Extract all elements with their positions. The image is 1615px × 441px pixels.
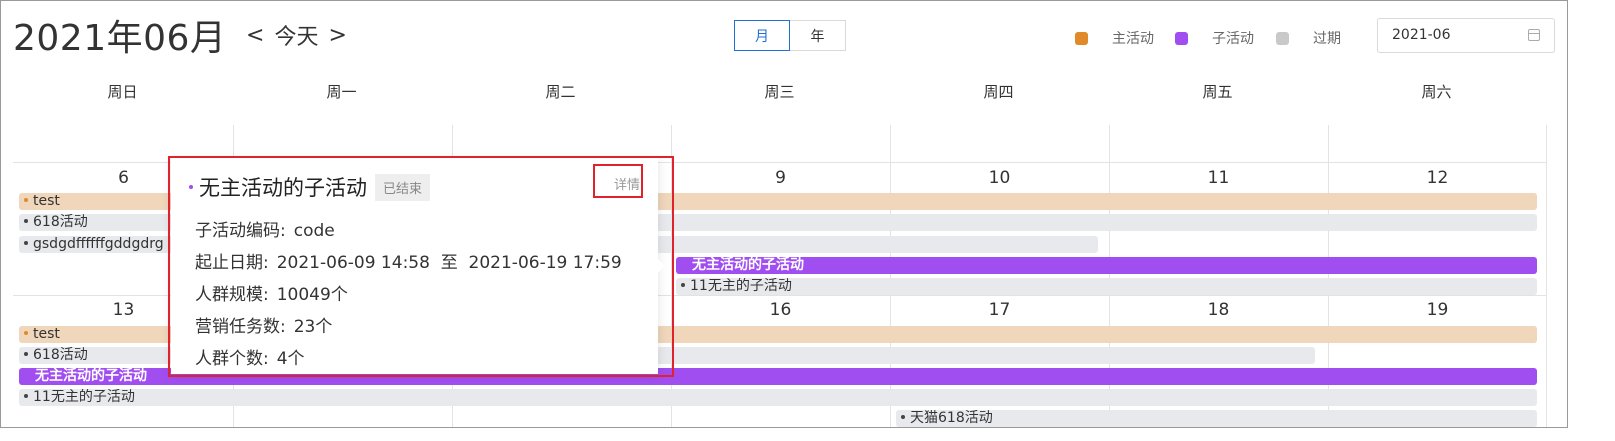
month-view-button[interactable]: 月: [734, 20, 790, 51]
highlight-detail-box: [593, 164, 643, 198]
event-label: test: [33, 326, 60, 342]
event-bar-expired[interactable]: 11无主的子活动: [19, 389, 1537, 406]
event-label: 11无主的子活动: [690, 278, 792, 294]
sub-activity-swatch: [1175, 31, 1188, 45]
event-dot: [24, 241, 28, 245]
day-number[interactable]: 19: [1328, 300, 1547, 320]
legend-expired: 过期: [1276, 28, 1341, 48]
event-dot: [681, 283, 685, 287]
event-label: 无主活动的子活动: [692, 257, 804, 273]
event-bar-expired[interactable]: 11无主的子活动: [676, 278, 1537, 295]
legend-label: 主活动: [1112, 31, 1154, 47]
prev-month-button[interactable]: <: [246, 23, 264, 48]
event-dot: [24, 331, 28, 335]
weekday-label: 周四: [983, 83, 1014, 101]
event-dot: [24, 352, 28, 356]
event-dot: [24, 198, 28, 202]
page-title: 2021年06月: [13, 18, 227, 59]
event-label: 618活动: [33, 347, 88, 363]
event-bar-expired[interactable]: 天猫618活动: [896, 410, 1537, 427]
event-label: 618活动: [33, 214, 88, 230]
event-label: 11无主的子活动: [33, 389, 135, 405]
day-number[interactable]: 12: [1328, 168, 1547, 188]
month-picker-value: 2021-06: [1392, 27, 1451, 43]
event-dot: [24, 394, 28, 398]
event-label: gsdgdffffffgddgdrg: [33, 236, 164, 252]
day-number[interactable]: 9: [671, 168, 890, 188]
legend-main: 主活动: [1075, 28, 1154, 48]
weekday-label: 周日: [107, 83, 138, 101]
main-activity-swatch: [1075, 31, 1088, 45]
weekday-header: 周日 周一 周二 周三 周四 周五 周六: [13, 81, 1546, 102]
day-number[interactable]: 10: [890, 168, 1109, 188]
event-label: 天猫618活动: [910, 410, 993, 426]
day-number[interactable]: 18: [1109, 300, 1328, 320]
today-button[interactable]: 今天: [274, 19, 318, 51]
month-picker-input[interactable]: 2021-06: [1377, 18, 1555, 53]
calendar-icon: [1528, 29, 1540, 41]
weekday-label: 周五: [1202, 83, 1233, 101]
event-label: test: [33, 193, 60, 209]
day-number[interactable]: 17: [890, 300, 1109, 320]
event-bar-sub[interactable]: 无主活动的子活动: [676, 257, 1537, 274]
year-view-button[interactable]: 年: [790, 20, 846, 51]
legend-label: 子活动: [1212, 31, 1254, 47]
day-number[interactable]: 11: [1109, 168, 1328, 188]
view-switch: 月 年: [734, 20, 846, 51]
weekday-label: 周三: [764, 83, 795, 101]
expired-swatch: [1276, 31, 1289, 45]
event-dot: [24, 219, 28, 223]
day-number[interactable]: 16: [671, 300, 890, 320]
event-label: 无主活动的子活动: [35, 368, 147, 384]
weekday-label: 周六: [1421, 83, 1452, 101]
month-nav: < 今天 >: [246, 19, 347, 51]
legend-sub: 子活动: [1175, 28, 1254, 48]
event-dot: [901, 415, 905, 419]
weekday-label: 周二: [545, 83, 576, 101]
next-month-button[interactable]: >: [328, 23, 346, 48]
legend-label: 过期: [1313, 31, 1341, 47]
calendar-window: 2021年06月 < 今天 > 月 年 主活动 子活动 过期 2021-06 周…: [0, 0, 1568, 428]
weekday-label: 周一: [326, 83, 357, 101]
